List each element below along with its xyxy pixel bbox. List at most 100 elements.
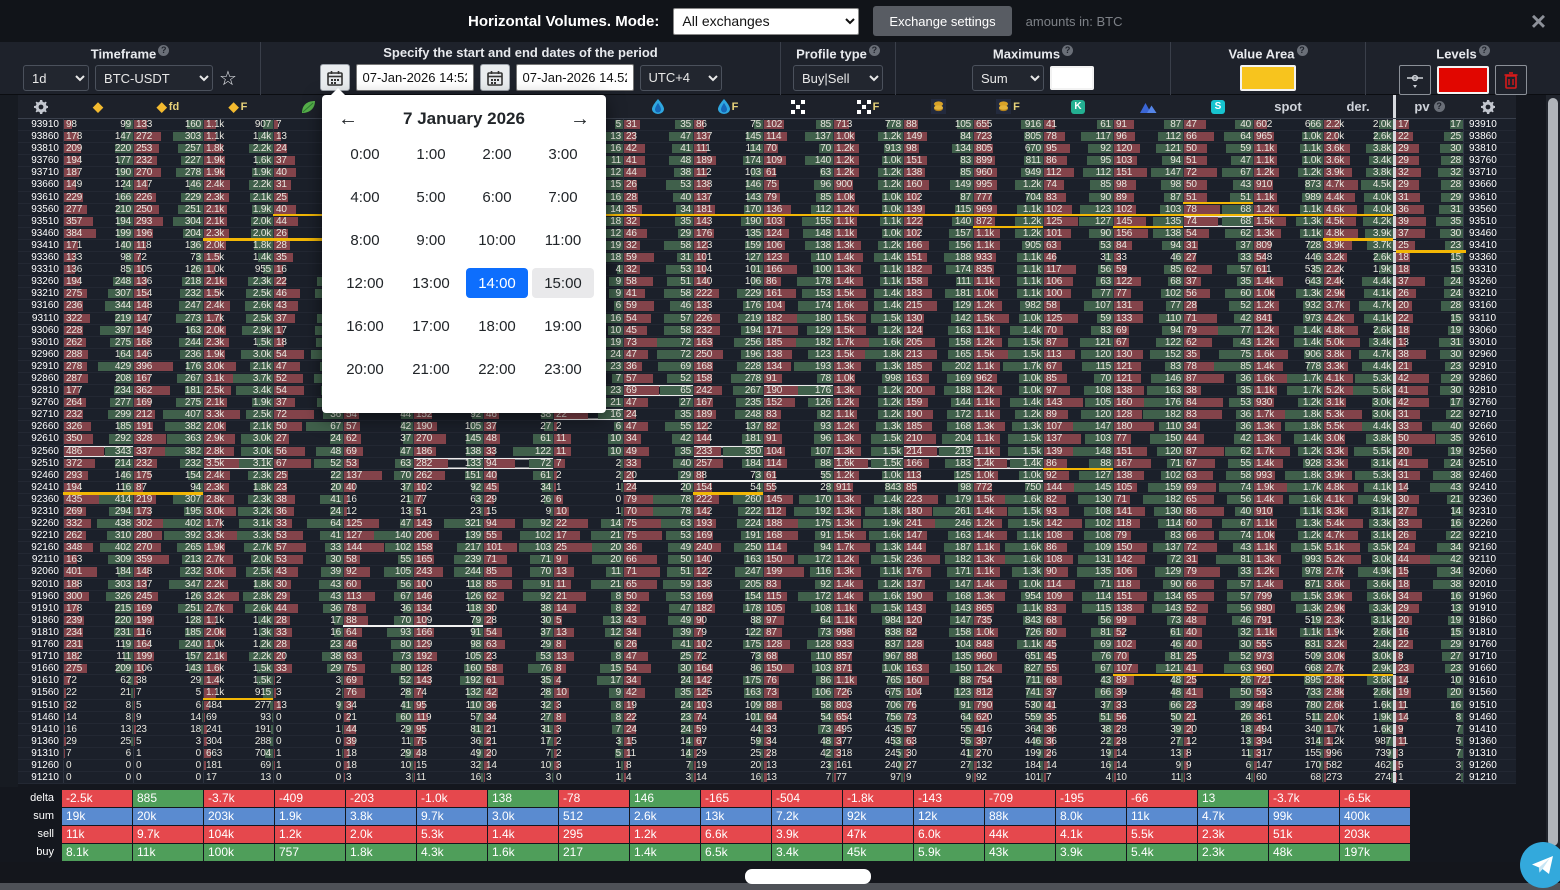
- column-header-huobi-spot[interactable]: [623, 95, 693, 118]
- value-area-color-swatch[interactable]: [1240, 65, 1296, 91]
- column-header-mountain-exchange[interactable]: [1113, 95, 1183, 118]
- time-option[interactable]: 8:00: [334, 225, 396, 255]
- trash-icon[interactable]: [1495, 65, 1527, 95]
- time-option[interactable]: 21:00: [400, 354, 462, 384]
- time-option[interactable]: 23:00: [532, 354, 594, 384]
- price-label: 92010: [1463, 579, 1513, 590]
- price-label: 92260: [18, 518, 63, 529]
- timeframe-select[interactable]: 1d: [23, 65, 89, 91]
- time-option[interactable]: 14:00: [466, 268, 528, 298]
- volume-cell: 2.5k3.4k: [203, 385, 273, 396]
- time-option[interactable]: 6:00: [466, 182, 528, 212]
- time-option[interactable]: 10:00: [466, 225, 528, 255]
- volume-cell: 00: [133, 772, 203, 783]
- time-option[interactable]: 3:00: [532, 139, 594, 169]
- profile-type-select[interactable]: Buy|Sell: [793, 65, 883, 91]
- volume-cell: 1.1k1.1k: [1253, 143, 1323, 154]
- volume-cell: 1213: [343, 506, 413, 517]
- timezone-select[interactable]: UTC+4: [640, 65, 722, 91]
- table-row: 930102622751682442.3k1.5k184884701091898…: [18, 337, 1516, 349]
- next-day-arrow-icon[interactable]: →: [570, 109, 590, 129]
- summary-cell: 5.4k: [1127, 844, 1197, 861]
- time-option[interactable]: 19:00: [532, 311, 594, 341]
- levels-color-swatch[interactable]: [1437, 66, 1489, 94]
- volume-cell: 2323: [1393, 663, 1463, 674]
- volume-cell: 287208: [63, 373, 133, 384]
- volume-cell: 4124: [1393, 458, 1463, 469]
- column-header-s-exchange[interactable]: S: [1183, 95, 1253, 118]
- volume-cell: 3841: [273, 494, 343, 505]
- volume-cell: 142175: [693, 675, 763, 686]
- price-label: 93760: [1463, 155, 1513, 166]
- telegram-icon[interactable]: [1520, 842, 1560, 888]
- summary-cell: 48k: [1269, 844, 1339, 861]
- calendar-icon[interactable]: [480, 64, 510, 91]
- time-option[interactable]: 5:00: [400, 182, 462, 212]
- time-option[interactable]: 2:00: [466, 139, 528, 169]
- period-start-input[interactable]: [356, 64, 474, 91]
- summary-cell: 295: [559, 826, 629, 843]
- volume-cell: 138163: [1113, 385, 1183, 396]
- volume-cell: 8336: [1183, 409, 1253, 420]
- symbol-select[interactable]: BTC-USDT: [95, 65, 213, 91]
- column-header-binance-fd[interactable]: ◆fd: [133, 95, 203, 118]
- column-header-binance-spot[interactable]: ◆: [63, 95, 133, 118]
- calendar-icon[interactable]: [320, 64, 350, 91]
- time-option[interactable]: 18:00: [466, 311, 528, 341]
- favorite-star-icon[interactable]: ☆: [219, 66, 237, 91]
- level-line-style-button[interactable]: [1399, 65, 1431, 95]
- period-end-input[interactable]: [516, 64, 634, 91]
- time-option[interactable]: 11:00: [532, 225, 594, 255]
- volume-cell: 377453: [833, 736, 903, 747]
- column-header-binance-futures[interactable]: ◆F: [203, 95, 273, 118]
- time-option[interactable]: 4:00: [334, 182, 396, 212]
- column-header-coin-futures[interactable]: F: [973, 95, 1043, 118]
- settings-gear-icon[interactable]: [18, 95, 63, 118]
- column-header-pv[interactable]: pv?: [1393, 95, 1463, 118]
- close-icon[interactable]: ×: [1531, 8, 1546, 34]
- vertical-scrollbar-thumb[interactable]: [1548, 98, 1558, 846]
- volume-cell: 194248: [63, 276, 133, 287]
- summary-cell: 1.8k: [346, 844, 416, 861]
- volume-cell: 00: [63, 772, 133, 783]
- exchange-settings-button[interactable]: Exchange settings: [873, 6, 1011, 36]
- volume-cell: 7836: [343, 603, 413, 614]
- time-option[interactable]: 20:00: [334, 354, 396, 384]
- column-header-okx-futures[interactable]: F: [833, 95, 903, 118]
- summary-cell: 19k: [62, 808, 132, 825]
- column-header-spot-total[interactable]: spot: [1253, 95, 1323, 118]
- maximums-color-swatch[interactable]: [1050, 66, 1094, 90]
- column-header-coin-exchange[interactable]: [903, 95, 973, 118]
- column-header-huobi-futures[interactable]: F: [693, 95, 763, 118]
- vertical-scrollbar[interactable]: [1546, 95, 1560, 860]
- column-header-okx-spot[interactable]: [763, 95, 833, 118]
- horizontal-scrollbar-thumb[interactable]: [745, 869, 871, 884]
- volume-cell: 3373: [763, 724, 833, 735]
- price-label: 92160: [1463, 542, 1513, 553]
- time-option[interactable]: 1:00: [400, 139, 462, 169]
- time-option[interactable]: 12:00: [334, 268, 396, 298]
- volume-cell: 7628: [343, 687, 413, 698]
- horizontal-scrollbar[interactable]: [0, 883, 1560, 890]
- volume-cell: 3.3k3.1k: [1323, 506, 1393, 517]
- time-option[interactable]: 16:00: [334, 311, 396, 341]
- volume-cell: 7991.5k: [1253, 591, 1323, 602]
- mode-select[interactable]: All exchanges: [673, 8, 859, 35]
- maximums-mode-select[interactable]: Sum: [972, 65, 1044, 91]
- column-header-derivatives-total[interactable]: der.: [1323, 95, 1393, 118]
- settings-gear-icon[interactable]: [1463, 95, 1513, 118]
- time-option[interactable]: 7:00: [532, 182, 594, 212]
- time-option[interactable]: 13:00: [400, 268, 462, 298]
- time-option[interactable]: 22:00: [466, 354, 528, 384]
- summary-cell: 11k: [133, 844, 203, 861]
- volume-cell: 71182: [1113, 494, 1183, 505]
- time-option[interactable]: 9:00: [400, 225, 462, 255]
- volume-cell: 167235: [693, 397, 763, 408]
- volume-cell: 2221: [63, 687, 133, 698]
- time-option[interactable]: 15:00: [532, 268, 594, 298]
- column-header-kucoin[interactable]: K: [1043, 95, 1113, 118]
- volume-cell: 1110: [553, 446, 623, 457]
- time-option[interactable]: 17:00: [400, 311, 462, 341]
- prev-day-arrow-icon[interactable]: ←: [338, 109, 358, 129]
- time-option[interactable]: 0:00: [334, 139, 396, 169]
